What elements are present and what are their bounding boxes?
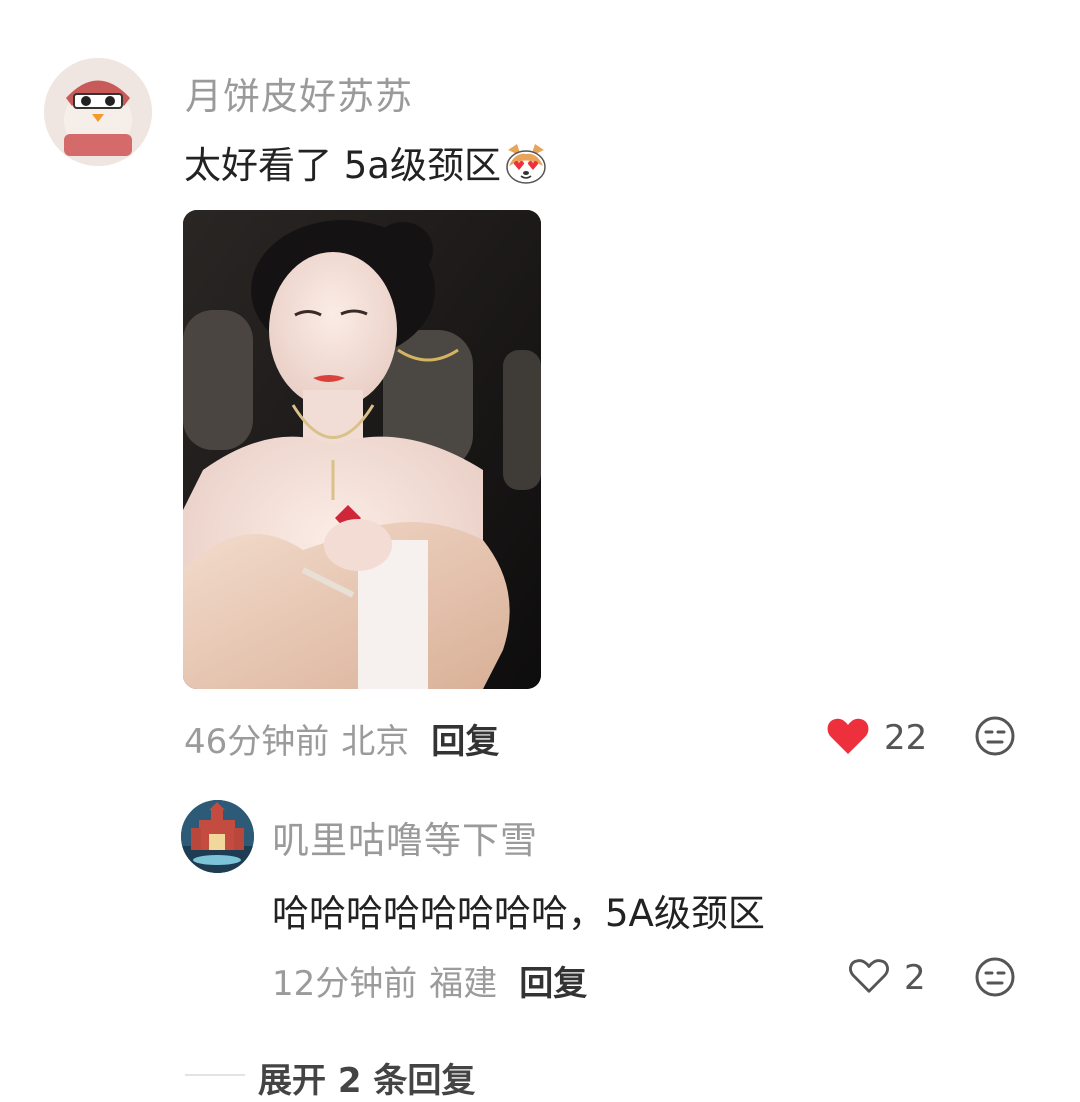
reply-text: 哈哈哈哈哈哈哈哈，5A级颈区 — [272, 892, 765, 935]
reply-dislike-button[interactable] — [974, 956, 1016, 1002]
reply-reply-button[interactable]: 回复 — [519, 964, 587, 1004]
user-avatar[interactable] — [44, 58, 152, 166]
reply-location: 福建 — [429, 964, 498, 1004]
heart-filled-icon — [826, 716, 870, 760]
neutral-face-icon — [974, 716, 1016, 761]
reply-like-button[interactable]: 2 — [848, 957, 926, 999]
reply-username[interactable]: 叽里咕噜等下雪 — [272, 810, 538, 864]
comment-username[interactable]: 月饼皮好苏苏 — [185, 66, 413, 120]
dislike-button[interactable] — [974, 715, 1016, 761]
comment-time: 46分钟前 — [184, 722, 330, 762]
like-count: 22 — [884, 718, 928, 758]
comment-location: 北京 — [341, 722, 410, 762]
heart-outline-icon — [848, 957, 890, 999]
reply-like-count: 2 — [904, 958, 926, 998]
comment-photo[interactable] — [183, 210, 541, 689]
reply-button[interactable]: 回复 — [431, 722, 499, 762]
comment-meta: 46分钟前 北京 回复 — [184, 714, 499, 763]
reply-user-avatar[interactable] — [181, 800, 254, 873]
reply-time: 12分钟前 — [272, 964, 418, 1004]
cat-heart-eyes-icon — [503, 142, 549, 195]
like-button[interactable]: 22 — [826, 716, 927, 760]
expand-replies-button[interactable]: 展开 2 条回复 — [258, 1053, 475, 1102]
expand-divider — [185, 1074, 245, 1076]
reply-meta: 12分钟前 福建 回复 — [272, 956, 587, 1005]
comment-text: 太好看了 5a级颈区 — [184, 135, 549, 195]
comment-text-content: 太好看了 5a级颈区 — [184, 144, 501, 187]
neutral-face-icon — [974, 957, 1016, 1002]
